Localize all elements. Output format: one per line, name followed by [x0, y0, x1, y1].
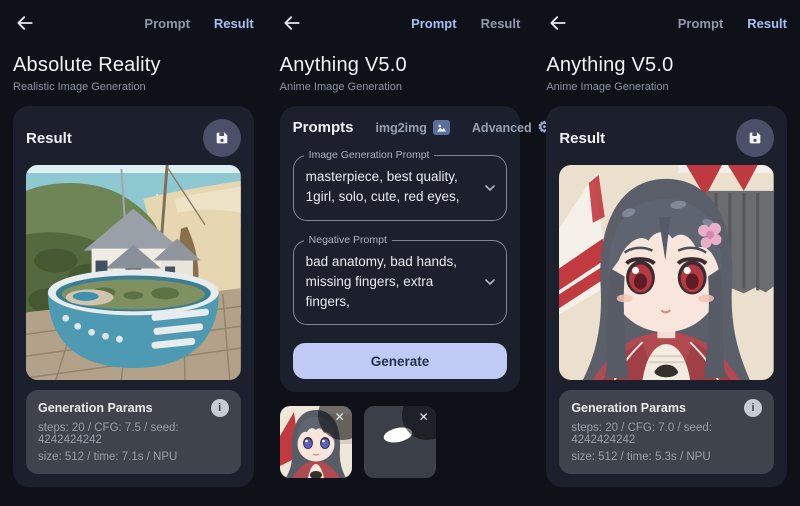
top-bar: Prompt Result	[546, 10, 787, 36]
page-subtitle: Anime Image Generation	[280, 81, 521, 93]
params-line-1: steps: 20 / CFG: 7.5 / seed: 4242424242	[38, 422, 229, 446]
result-card-header: Result	[559, 119, 774, 157]
chevron-down-icon	[482, 274, 498, 290]
save-button[interactable]	[203, 119, 241, 157]
generated-image-anime-girl	[559, 165, 774, 380]
top-bar: Prompt Result	[13, 10, 254, 36]
tab-bar: Prompt Result	[678, 16, 787, 31]
prompts-title: Prompts	[293, 119, 354, 136]
inpaint-mask-thumbnail[interactable]: ✕	[364, 406, 436, 478]
top-bar: Prompt Result	[280, 10, 521, 36]
img2img-label: img2img	[376, 121, 427, 135]
chevron-down-icon	[482, 180, 498, 196]
back-button[interactable]	[280, 11, 304, 35]
page-subtitle: Anime Image Generation	[546, 81, 787, 93]
close-icon[interactable]: ✕	[419, 409, 429, 426]
attachment-thumbnails: ✕ ✕	[280, 406, 521, 478]
back-button[interactable]	[13, 11, 37, 35]
prompt-card-header: Prompts img2img Advanced ⚙	[293, 119, 508, 136]
page-title: Anything V5.0	[280, 54, 521, 77]
tab-result[interactable]: Result	[747, 16, 787, 31]
field-value[interactable]: bad anatomy, bad hands, missing fingers,…	[306, 252, 477, 313]
params-line-1: steps: 20 / CFG: 7.0 / seed: 4242424242	[571, 422, 762, 446]
negative-prompt-field[interactable]: Negative Prompt bad anatomy, bad hands, …	[293, 240, 508, 326]
image-generation-prompt-field[interactable]: Image Generation Prompt masterpiece, bes…	[293, 155, 508, 221]
generation-params-box: Generation Params i steps: 20 / CFG: 7.0…	[559, 390, 774, 474]
tab-prompt[interactable]: Prompt	[411, 16, 457, 31]
generate-button[interactable]: Generate	[293, 343, 508, 379]
page-title: Anything V5.0	[546, 54, 787, 77]
tab-bar: Prompt Result	[411, 16, 520, 31]
screen-anything-v5-prompt: Prompt Result Anything V5.0 Anime Image …	[267, 0, 534, 506]
save-button[interactable]	[736, 119, 774, 157]
anime-girl-illustration	[559, 165, 774, 380]
floppy-disk-icon	[214, 130, 230, 146]
field-value[interactable]: masterpiece, best quality, 1girl, solo, …	[306, 167, 477, 208]
params-line-2: size: 512 / time: 5.3s / NPU	[571, 451, 762, 463]
generated-image-house-in-bowl	[26, 165, 241, 380]
tab-result[interactable]: Result	[481, 16, 521, 31]
result-card: Result	[13, 106, 254, 487]
screen-anything-v5-result: Prompt Result Anything V5.0 Anime Image …	[533, 0, 800, 506]
result-card-title: Result	[559, 130, 605, 147]
params-line-2: size: 512 / time: 7.1s / NPU	[38, 451, 229, 463]
field-label: Negative Prompt	[304, 234, 392, 246]
page-title: Absolute Reality	[13, 54, 254, 77]
screen-absolute-reality-result: Prompt Result Absolute Reality Realistic…	[0, 0, 267, 506]
tab-prompt[interactable]: Prompt	[144, 16, 190, 31]
info-icon[interactable]: i	[211, 399, 229, 417]
arrow-left-icon	[548, 13, 568, 33]
expand-prompt-button[interactable]	[482, 180, 498, 196]
result-card: Result	[546, 106, 787, 487]
img2img-toggle[interactable]: img2img	[376, 120, 450, 135]
arrow-left-icon	[15, 13, 35, 33]
result-card-title: Result	[26, 130, 72, 147]
result-card-header: Result	[26, 119, 241, 157]
floppy-disk-icon	[747, 130, 763, 146]
arrow-left-icon	[282, 13, 302, 33]
prompt-card: Prompts img2img Advanced ⚙ Image Generat…	[280, 106, 521, 392]
field-label: Image Generation Prompt	[304, 149, 435, 161]
image-icon	[433, 120, 450, 135]
close-icon[interactable]: ✕	[335, 409, 345, 426]
generation-params-title: Generation Params	[571, 401, 686, 415]
expand-negative-prompt-button[interactable]	[482, 274, 498, 290]
img2img-source-thumbnail[interactable]: ✕	[280, 406, 352, 478]
generation-params-title: Generation Params	[38, 401, 153, 415]
advanced-label: Advanced	[472, 121, 532, 135]
tab-result[interactable]: Result	[214, 16, 254, 31]
beach-house-illustration	[26, 165, 241, 380]
generation-params-box: Generation Params i steps: 20 / CFG: 7.5…	[26, 390, 241, 474]
page-subtitle: Realistic Image Generation	[13, 81, 254, 93]
back-button[interactable]	[546, 11, 570, 35]
info-icon[interactable]: i	[744, 399, 762, 417]
tab-bar: Prompt Result	[144, 16, 253, 31]
tab-prompt[interactable]: Prompt	[678, 16, 724, 31]
